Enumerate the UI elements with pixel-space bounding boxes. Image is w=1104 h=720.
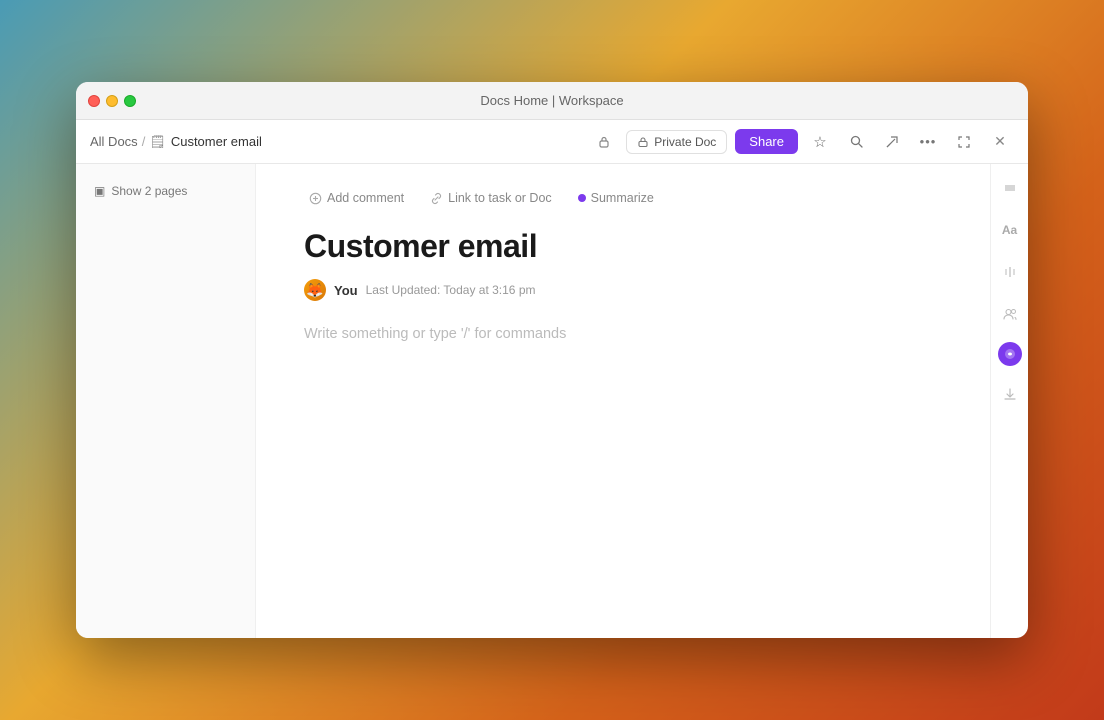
document-title[interactable]: Customer email xyxy=(304,228,942,265)
lock-icon xyxy=(597,135,611,149)
more-icon: ••• xyxy=(920,134,937,149)
avatar-emoji: 🦊 xyxy=(306,282,323,299)
last-updated-text: Last Updated: Today at 3:16 pm xyxy=(366,283,536,297)
comment-icon xyxy=(309,192,322,205)
traffic-lights xyxy=(76,95,136,107)
star-button[interactable]: ☆ xyxy=(806,128,834,156)
breadcrumb-current: 🗒 Customer email xyxy=(149,134,262,150)
export-icon xyxy=(885,134,900,149)
close-icon: ✕ xyxy=(994,133,1006,150)
link-task-label: Link to task or Doc xyxy=(448,191,552,205)
summarize-button[interactable]: Summarize xyxy=(573,188,659,208)
right-sidebar: Aa xyxy=(990,164,1028,638)
layout-button[interactable] xyxy=(996,258,1024,286)
titlebar: Docs Home | Workspace xyxy=(76,82,1028,120)
breadcrumb-separator: / xyxy=(142,134,146,149)
toolbar: All Docs / 🗒 Customer email Private Doc xyxy=(76,120,1028,164)
lock-small-icon xyxy=(637,136,649,148)
summarize-label: Summarize xyxy=(591,191,654,205)
doc-meta: 🦊 You Last Updated: Today at 3:16 pm xyxy=(304,279,942,301)
search-button[interactable] xyxy=(842,128,870,156)
close-button[interactable]: ✕ xyxy=(986,128,1014,156)
layout-icon xyxy=(1003,265,1017,279)
window-title: Docs Home | Workspace xyxy=(480,93,623,108)
document-area: Add comment Link to task or Doc Summariz… xyxy=(256,164,1028,638)
ai-status-indicator[interactable] xyxy=(998,342,1022,366)
download-icon xyxy=(1003,387,1017,401)
show-pages-button[interactable]: ▣ Show 2 pages xyxy=(88,180,243,202)
add-comment-label: Add comment xyxy=(327,191,404,205)
doc-content: Add comment Link to task or Doc Summariz… xyxy=(256,164,990,638)
doc-action-toolbar: Add comment Link to task or Doc Summariz… xyxy=(304,188,942,208)
show-pages-label: Show 2 pages xyxy=(111,184,187,198)
main-area: ▣ Show 2 pages Add comment xyxy=(76,164,1028,638)
breadcrumb: All Docs / 🗒 Customer email xyxy=(90,134,586,150)
lock-icon-button[interactable] xyxy=(590,128,618,156)
toolbar-actions: Private Doc Share ☆ ••• xyxy=(590,128,1014,156)
star-icon: ☆ xyxy=(813,133,826,151)
pages-icon: ▣ xyxy=(94,184,105,198)
fullscreen-icon xyxy=(957,135,971,149)
fullscreen-button[interactable] xyxy=(950,128,978,156)
breadcrumb-parent[interactable]: All Docs xyxy=(90,134,138,149)
users-button[interactable] xyxy=(996,300,1024,328)
collapse-sidebar-button[interactable] xyxy=(996,174,1024,202)
editor-placeholder[interactable]: Write something or type '/' for commands xyxy=(304,326,566,342)
add-comment-button[interactable]: Add comment xyxy=(304,188,409,208)
author-avatar: 🦊 xyxy=(304,279,326,301)
link-task-button[interactable]: Link to task or Doc xyxy=(425,188,557,208)
text-format-icon: Aa xyxy=(1002,223,1017,237)
left-sidebar: ▣ Show 2 pages xyxy=(76,164,256,638)
app-window: Docs Home | Workspace All Docs / 🗒 Custo… xyxy=(76,82,1028,638)
text-format-button[interactable]: Aa xyxy=(996,216,1024,244)
maximize-traffic-light[interactable] xyxy=(124,95,136,107)
search-icon xyxy=(849,134,864,149)
export-button[interactable] xyxy=(878,128,906,156)
link-icon xyxy=(430,192,443,205)
private-doc-button[interactable]: Private Doc xyxy=(626,130,727,154)
close-traffic-light[interactable] xyxy=(88,95,100,107)
private-doc-label: Private Doc xyxy=(654,135,716,149)
breadcrumb-current-label: Customer email xyxy=(171,134,262,149)
summarize-dot-icon xyxy=(578,194,586,202)
more-options-button[interactable]: ••• xyxy=(914,128,942,156)
minimize-traffic-light[interactable] xyxy=(106,95,118,107)
ai-icon xyxy=(1003,347,1017,361)
author-name: You xyxy=(334,283,358,298)
doc-page-icon: 🗒 xyxy=(149,134,166,150)
users-icon xyxy=(1003,307,1017,321)
document-editor[interactable]: Write something or type '/' for commands xyxy=(304,325,942,525)
sidebar-toggle-icon xyxy=(1003,181,1017,195)
share-button[interactable]: Share xyxy=(735,129,798,154)
download-button[interactable] xyxy=(996,380,1024,408)
